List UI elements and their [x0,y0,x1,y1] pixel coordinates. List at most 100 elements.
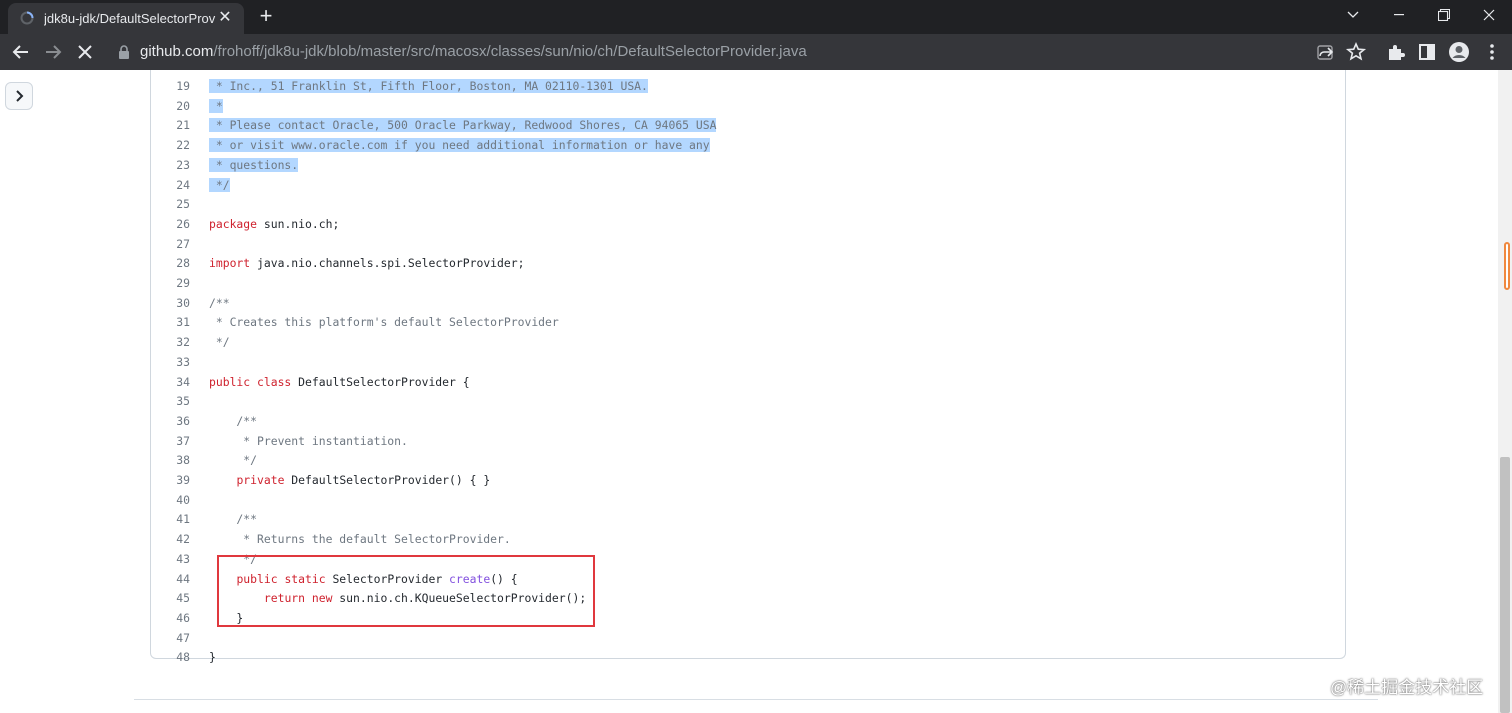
code-line: 32 */ [150,333,1330,353]
line-number[interactable]: 24 [150,176,190,196]
line-number[interactable]: 41 [150,510,190,530]
line-code: * or visit www.oracle.com if you need ad… [209,136,710,156]
code-line: 33 [150,353,1330,373]
watermark: @稀土掘金技术社区 [1330,678,1484,697]
code-line: 27 [150,235,1330,255]
side-panel-icon[interactable] [1415,40,1439,64]
tab-close-icon[interactable]: ✕ [216,9,234,27]
code-keyword: import [209,256,251,271]
code-text: /** [209,413,258,428]
code-text: */ [209,453,258,468]
line-number[interactable]: 28 [150,254,190,274]
line-number[interactable]: 37 [150,432,190,452]
line-number[interactable]: 48 [150,648,190,668]
line-number[interactable]: 36 [150,412,190,432]
menu-dots-icon[interactable] [1480,40,1504,64]
restore-icon[interactable] [1421,0,1467,30]
line-number[interactable]: 23 [150,156,190,176]
code-text: * Prevent instantiation. [209,433,408,448]
line-number[interactable]: 25 [150,195,190,215]
line-code: /** [209,294,230,314]
code-line: 40 [150,491,1330,511]
line-code: * Returns the default SelectorProvider. [209,530,511,550]
line-number[interactable]: 26 [150,215,190,235]
code-line: 35 [150,392,1330,412]
extensions-icon[interactable] [1384,40,1408,64]
browser-tab[interactable]: jdk8u-jdk/DefaultSelectorProv ✕ [8,3,244,34]
line-code: * questions. [209,156,299,176]
code-line: 30 /** [150,294,1330,314]
chevron-right-icon [16,90,24,102]
footer-divider [134,699,1378,700]
tab-search-icon[interactable] [1330,0,1376,30]
line-code: */ [209,333,230,353]
url-path: /frohoff/jdk8u-jdk/blob/master/src/macos… [213,43,807,60]
line-number[interactable]: 43 [150,550,190,570]
code-text: /** [209,295,230,310]
line-code: package sun.nio.ch; [209,216,340,231]
expand-file-tree-button[interactable] [5,82,33,110]
line-number[interactable]: 34 [150,373,190,393]
line-code: /** [209,412,257,432]
selected-text: * or visit www.oracle.com if you need ad… [209,138,710,153]
bookmark-star-icon[interactable] [1344,40,1368,64]
tab-title: jdk8u-jdk/DefaultSelectorProv [44,11,216,26]
line-number[interactable]: 27 [150,235,190,255]
minimize-icon[interactable] [1376,0,1422,30]
line-number[interactable]: 20 [150,97,190,117]
code-text: */ [209,335,230,350]
code-line: 19 * Inc., 51 Franklin St, Fifth Floor, … [150,77,1330,97]
line-number[interactable]: 46 [150,609,190,629]
lock-icon[interactable] [118,45,130,59]
line-number[interactable]: 29 [150,274,190,294]
code-line: 38 */ [150,451,1330,471]
line-number[interactable]: 35 [150,392,190,412]
line-number[interactable]: 21 [150,116,190,136]
line-number[interactable]: 45 [150,589,190,609]
code-text: * Returns the default SelectorProvider. [209,532,511,547]
line-code: } [209,648,216,668]
line-number[interactable]: 22 [150,136,190,156]
code-line: 48} [150,648,1330,668]
line-number[interactable]: 47 [150,629,190,649]
line-number[interactable]: 32 [150,333,190,353]
address-bar[interactable]: github.com/frohoff/jdk8u-jdk/blob/master… [108,38,1378,66]
new-tab-button[interactable]: + [254,5,278,29]
line-number[interactable]: 44 [150,570,190,590]
close-window-icon[interactable] [1466,0,1512,30]
url-host: github.com [140,43,214,60]
line-number[interactable]: 30 [150,294,190,314]
loading-icon [20,11,34,25]
forward-icon[interactable] [41,40,65,64]
line-code: private DefaultSelectorProvider() { } [236,473,491,487]
scroll-position-marker [1504,242,1510,290]
line-code: * Prevent instantiation. [209,432,408,452]
line-number[interactable]: 31 [150,313,190,333]
line-number[interactable]: 19 [150,77,190,97]
share-icon[interactable] [1313,40,1337,64]
code-text: } [209,650,216,665]
url-text[interactable]: github.com/frohoff/jdk8u-jdk/blob/master… [140,43,807,61]
selected-text: */ [209,177,230,192]
stop-loading-icon[interactable] [73,40,97,64]
code-text: /** [209,512,258,527]
scrollbar-thumb[interactable] [1500,457,1510,713]
code-line: 28 import java.nio.channels.spi.SelectorP… [150,254,1330,274]
profile-avatar-icon[interactable] [1447,40,1471,64]
code-line: 26 package sun.nio.ch; [150,215,1330,235]
line-number[interactable]: 33 [150,353,190,373]
code-line: 41 /** [150,510,1330,530]
code-line: 25 [150,195,1330,215]
back-icon[interactable] [9,40,33,64]
code-line: 37 * Prevent instantiation. [150,432,1330,452]
line-code: * Please contact Oracle, 500 Oracle Park… [209,116,717,136]
line-number[interactable]: 38 [150,451,190,471]
code-line: 36 /** [150,412,1330,432]
line-number[interactable]: 42 [150,530,190,550]
code-line: 47 [150,629,1330,649]
code-keyword: public class [209,374,292,389]
line-number[interactable]: 39 [150,471,190,491]
browser-toolbar: github.com/frohoff/jdk8u-jdk/blob/master… [0,34,1512,70]
line-number[interactable]: 40 [150,491,190,511]
selected-text: * [209,98,223,113]
